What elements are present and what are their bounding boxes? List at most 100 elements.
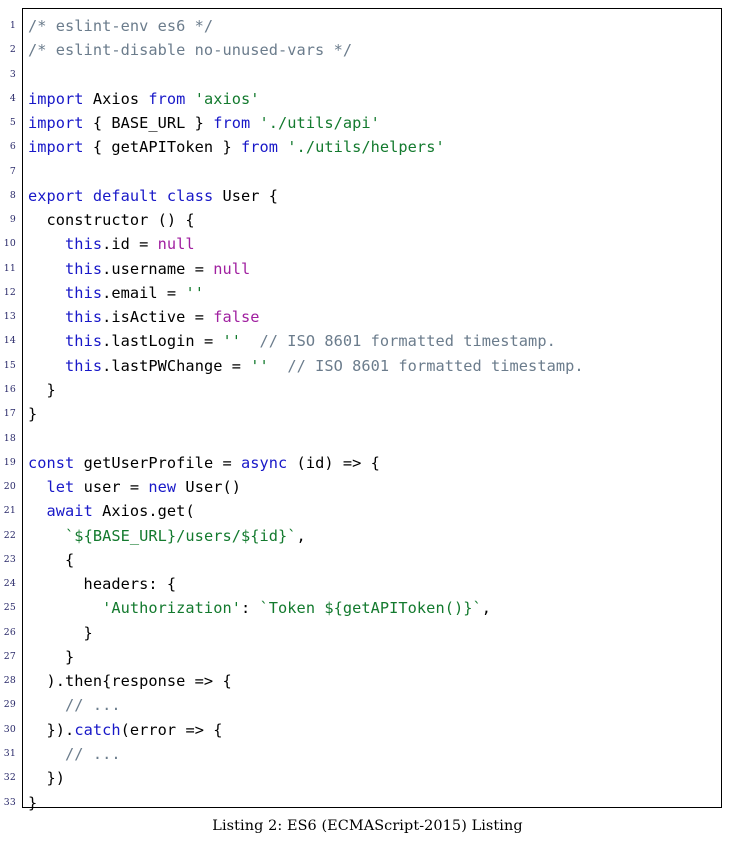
code-line-text: } [28,791,37,815]
code-line: 27 } [4,645,721,669]
line-number: 8 [9,189,16,201]
code-line-text: // ... [28,693,121,717]
code-token-plain: Axios [83,89,149,108]
code-token-str: '' [222,332,241,351]
code-line: 4 import Axios from 'axios' [10,87,721,111]
code-token-lit: null [157,235,195,254]
code-token-plain: .lastPWChange = [102,356,251,375]
code-line: 12 this.email = '' [4,281,721,305]
line-number: 15 [3,359,16,371]
code-line-text: let user = new User() [28,475,241,499]
code-line-text: import { getAPIToken } from './utils/hel… [28,135,445,159]
code-line-container: 1 /* eslint-env es6 */ 2 /* eslint-disable … [4,9,721,815]
code-token-str: `${BASE_URL}/users/${id}` [65,526,297,545]
code-token-plain: .isActive = [102,308,214,327]
code-token-kw: catch [74,720,121,739]
code-listing-figure: 1 /* eslint-env es6 */ 2 /* eslint-disable … [0,0,735,850]
line-number: 2 [9,44,16,56]
code-token-str: 'Authorization' [102,599,241,618]
code-line-text: this.lastPWChange = '' // ISO 8601 forma… [28,354,584,378]
line-number: 22 [3,529,16,541]
code-line-text: this.lastLogin = '' // ISO 8601 formatte… [28,329,556,353]
line-number: 7 [9,165,16,177]
code-line-text: 'Authorization': `Token ${getAPIToken()}… [28,596,491,620]
line-number: 3 [9,68,16,80]
code-token-plain: , [481,599,492,618]
code-token-kw: class [166,186,214,205]
code-token-kw: from [148,89,186,108]
code-token-kw: async [240,453,288,472]
code-token-plain: } [28,647,75,666]
code-line: 13 this.isActive = false [4,305,721,329]
code-token-str: `Token ${getAPIToken()}` [259,599,482,618]
code-token-plain: : [240,599,260,618]
code-line: 29 // ... [4,693,721,717]
code-line-text: `${BASE_URL}/users/${id}`, [28,524,306,548]
code-line: 20 let user = new User() [4,475,721,499]
code-token-str: './utils/api' [259,114,380,133]
line-number: 9 [9,214,16,226]
line-number: 26 [3,626,16,638]
code-line: 2 /* eslint-disable no-unused-vars */ [10,38,721,62]
code-line-text: import { BASE_URL } from './utils/api' [28,111,380,135]
code-line-text: } [28,621,93,645]
code-line: 5 import { BASE_URL } from './utils/api' [10,111,721,135]
code-token-cmt: /* eslint-env es6 */ [28,17,214,35]
code-token-plain: .email = [102,283,186,302]
code-token-plain: { getAPIToken } [83,138,241,157]
code-token-kw: this [65,283,103,302]
code-line: 33} [4,791,721,815]
listing-caption: Listing 2: ES6 (ECMAScript-2015) Listing [212,818,523,834]
code-line-text: import Axios from 'axios' [28,87,260,111]
code-line: 10 this.id = null [4,232,721,256]
line-number: 17 [3,408,16,420]
line-number: 16 [3,383,16,395]
code-token-kw: const [28,453,75,472]
code-line-text: } [28,645,74,669]
code-token-plain: ).then{response => { [28,672,232,691]
code-token-kw: await [46,502,93,521]
code-token-plain: }) [28,769,66,788]
code-frame-box: 1 /* eslint-env es6 */ 2 /* eslint-disable … [4,8,722,812]
code-token-kw: new [148,478,177,497]
code-token-plain: { [28,550,75,569]
code-line-text: } [28,402,37,426]
code-token-str: '' [250,356,269,375]
code-token-str: '' [185,283,204,302]
code-token-str: './utils/helpers' [287,138,445,157]
code-line: 25 'Authorization': `Token ${getAPIToken… [4,596,721,620]
code-line-text: export default class User { [28,184,278,208]
code-line-text: ).then{response => { [28,669,232,693]
code-token-kw: this [65,308,103,327]
code-token-kw: export [28,186,84,205]
code-line-text: headers: { [28,572,177,596]
line-number: 11 [3,262,16,274]
code-line-text: this.id = null [28,232,195,256]
line-number: 30 [3,723,16,735]
line-number: 1 [9,20,16,31]
code-token-kw: this [65,332,103,351]
code-line: 26 } [4,621,721,645]
code-line-text: /* eslint-disable no-unused-vars */ [28,38,352,62]
code-token-lit: false [213,308,260,327]
line-number: 32 [3,772,16,784]
code-token-kw: from [213,114,251,133]
line-number: 13 [3,311,16,323]
line-number: 12 [3,286,16,298]
line-number: 5 [9,117,16,129]
code-line: 1 /* eslint-env es6 */ [10,14,721,38]
code-line: 32 }) [4,766,721,790]
code-line: 14 this.lastLogin = '' // ISO 8601 forma… [4,329,721,353]
code-token-plain: headers: { [28,575,177,594]
line-number: 27 [3,650,16,662]
code-line: 21 await Axios.get( [4,499,721,523]
